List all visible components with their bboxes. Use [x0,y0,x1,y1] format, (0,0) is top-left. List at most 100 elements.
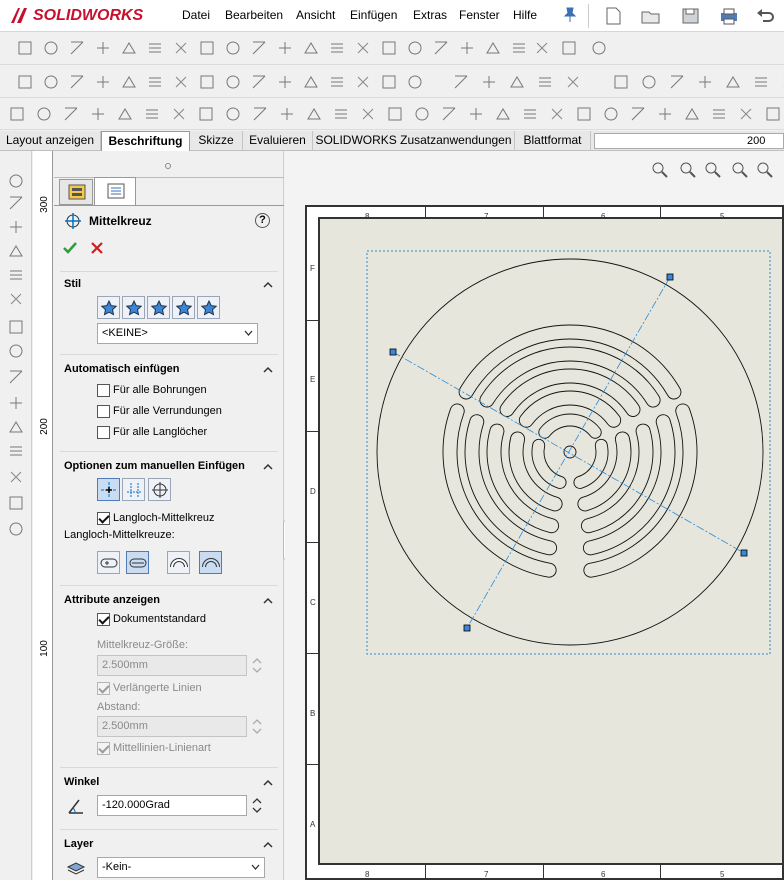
toolbar-icon[interactable] [146,73,164,91]
collapse-caret-icon[interactable] [263,281,273,288]
menu-einfuegen[interactable]: Einfügen [350,8,397,22]
toolbar-icon[interactable] [120,73,138,91]
toolbar-icon[interactable] [494,105,512,123]
tab-feature-tree[interactable] [59,179,93,205]
toolbar-icon[interactable] [250,73,268,91]
new-document-icon[interactable] [603,6,625,26]
toolbar-icon[interactable] [629,105,647,123]
tab-layout-anzeigen[interactable]: Layout anzeigen [0,131,101,151]
toolbar-icon[interactable] [224,105,242,123]
checkbox-mittellinien-linienart[interactable] [97,742,110,755]
stil-button-1[interactable] [122,296,145,319]
toolbar-icon[interactable] [764,105,782,123]
toolbar-icon[interactable] [467,105,485,123]
toolbar-icon[interactable] [752,73,770,91]
toolbar-icon[interactable] [602,105,620,123]
toolbar-icon[interactable] [198,39,216,57]
menu-fenster[interactable]: Fenster [459,8,500,22]
stil-button-0[interactable] [97,296,120,319]
arc-slot-end-mark-button[interactable] [167,551,190,574]
toolbar-icon[interactable] [328,39,346,57]
toolbar-icon[interactable] [198,73,216,91]
toolbar-icon[interactable] [276,73,294,91]
open-folder-icon[interactable] [640,6,662,26]
toolbar-icon[interactable] [42,39,60,57]
toolbar-icon[interactable] [508,73,526,91]
toolbar-icon[interactable] [484,39,502,57]
winkel-input[interactable]: -120.000Grad [97,795,247,816]
checkbox-dokumentstandard[interactable] [97,613,110,626]
toolbar-icon[interactable] [146,39,164,57]
toolbar-icon[interactable] [354,73,372,91]
toolbar-icon[interactable] [62,105,80,123]
toolbar-icon[interactable] [278,105,296,123]
toolbar-icon[interactable] [172,73,190,91]
toolbar-icon[interactable] [8,105,26,123]
collapse-caret-icon[interactable] [263,841,273,848]
toolbar-icon[interactable] [380,73,398,91]
toolbar-icon[interactable] [406,39,424,57]
menu-bearbeiten[interactable]: Bearbeiten [225,8,283,22]
toolbar-icon[interactable] [440,105,458,123]
app-logo[interactable]: SOLIDWORKS [8,4,143,28]
undo-icon[interactable] [755,6,777,26]
toolbar-icon[interactable] [480,73,498,91]
view-tool-icon[interactable] [651,161,669,179]
toolbar-icon[interactable] [224,73,242,91]
toolbar-icon[interactable] [536,73,554,91]
tab-evaluieren[interactable]: Evaluieren [243,131,313,151]
checkbox-langloch-mittelkreuz[interactable] [97,512,110,525]
toolbar-icon[interactable] [89,105,107,123]
toolbar-icon[interactable] [276,39,294,57]
sketch-tool-icon[interactable] [7,494,25,512]
toolbar-icon[interactable] [656,105,674,123]
spinner-icon[interactable] [250,655,264,676]
collapse-caret-icon[interactable] [263,366,273,373]
toolbar-icon[interactable] [94,39,112,57]
tab-blattformat[interactable]: Blattformat [515,131,591,151]
toolbar-icon[interactable] [120,39,138,57]
toolbar-icon[interactable] [143,105,161,123]
tab-zusatzanwendungen[interactable]: SOLIDWORKS Zusatzanwendungen [313,131,515,151]
pin-icon[interactable] [563,7,577,23]
save-icon[interactable] [680,6,702,26]
toolbar-icon[interactable] [737,105,755,123]
panel-grip[interactable] [165,163,171,169]
toolbar-icon[interactable] [780,73,784,91]
toolbar-icon[interactable] [683,105,701,123]
spinner-icon[interactable] [250,716,264,737]
toolbar-icon[interactable] [560,39,578,57]
view-tool-icon[interactable] [679,161,697,179]
toolbar-icon[interactable] [359,105,377,123]
toolbar-icon[interactable] [413,105,431,123]
view-tool-icon[interactable] [704,161,722,179]
toolbar-icon[interactable] [42,73,60,91]
menu-ansicht[interactable]: Ansicht [296,8,335,22]
sketch-tool-icon[interactable] [7,442,25,460]
toolbar-icon[interactable] [724,73,742,91]
toolbar-icon[interactable] [224,39,242,57]
menu-extras[interactable]: Extras [413,8,447,22]
toolbar-icon[interactable] [68,39,86,57]
toolbar-icon[interactable] [302,39,320,57]
toolbar-icon[interactable] [116,105,134,123]
cancel-x-icon[interactable] [90,241,104,255]
toolbar-icon[interactable] [94,73,112,91]
sketch-tool-icon[interactable] [7,318,25,336]
collapse-caret-icon[interactable] [263,597,273,604]
toolbar-icon[interactable] [68,73,86,91]
view-tool-icon[interactable] [756,161,774,179]
sketch-tool-icon[interactable] [7,172,25,190]
layer-select[interactable]: -Kein- [97,857,265,878]
stil-button-3[interactable] [172,296,195,319]
toolbar-icon[interactable] [305,105,323,123]
checkbox-alle-verrundungen[interactable] [97,405,110,418]
toolbar-icon[interactable] [710,105,728,123]
toolbar-icon[interactable] [432,39,450,57]
sketch-tool-icon[interactable] [7,394,25,412]
toolbar-icon[interactable] [406,73,424,91]
menu-hilfe[interactable]: Hilfe [513,8,537,22]
toolbar-icon[interactable] [564,73,582,91]
linear-center-mark-button[interactable] [122,478,145,501]
single-center-mark-button[interactable] [97,478,120,501]
